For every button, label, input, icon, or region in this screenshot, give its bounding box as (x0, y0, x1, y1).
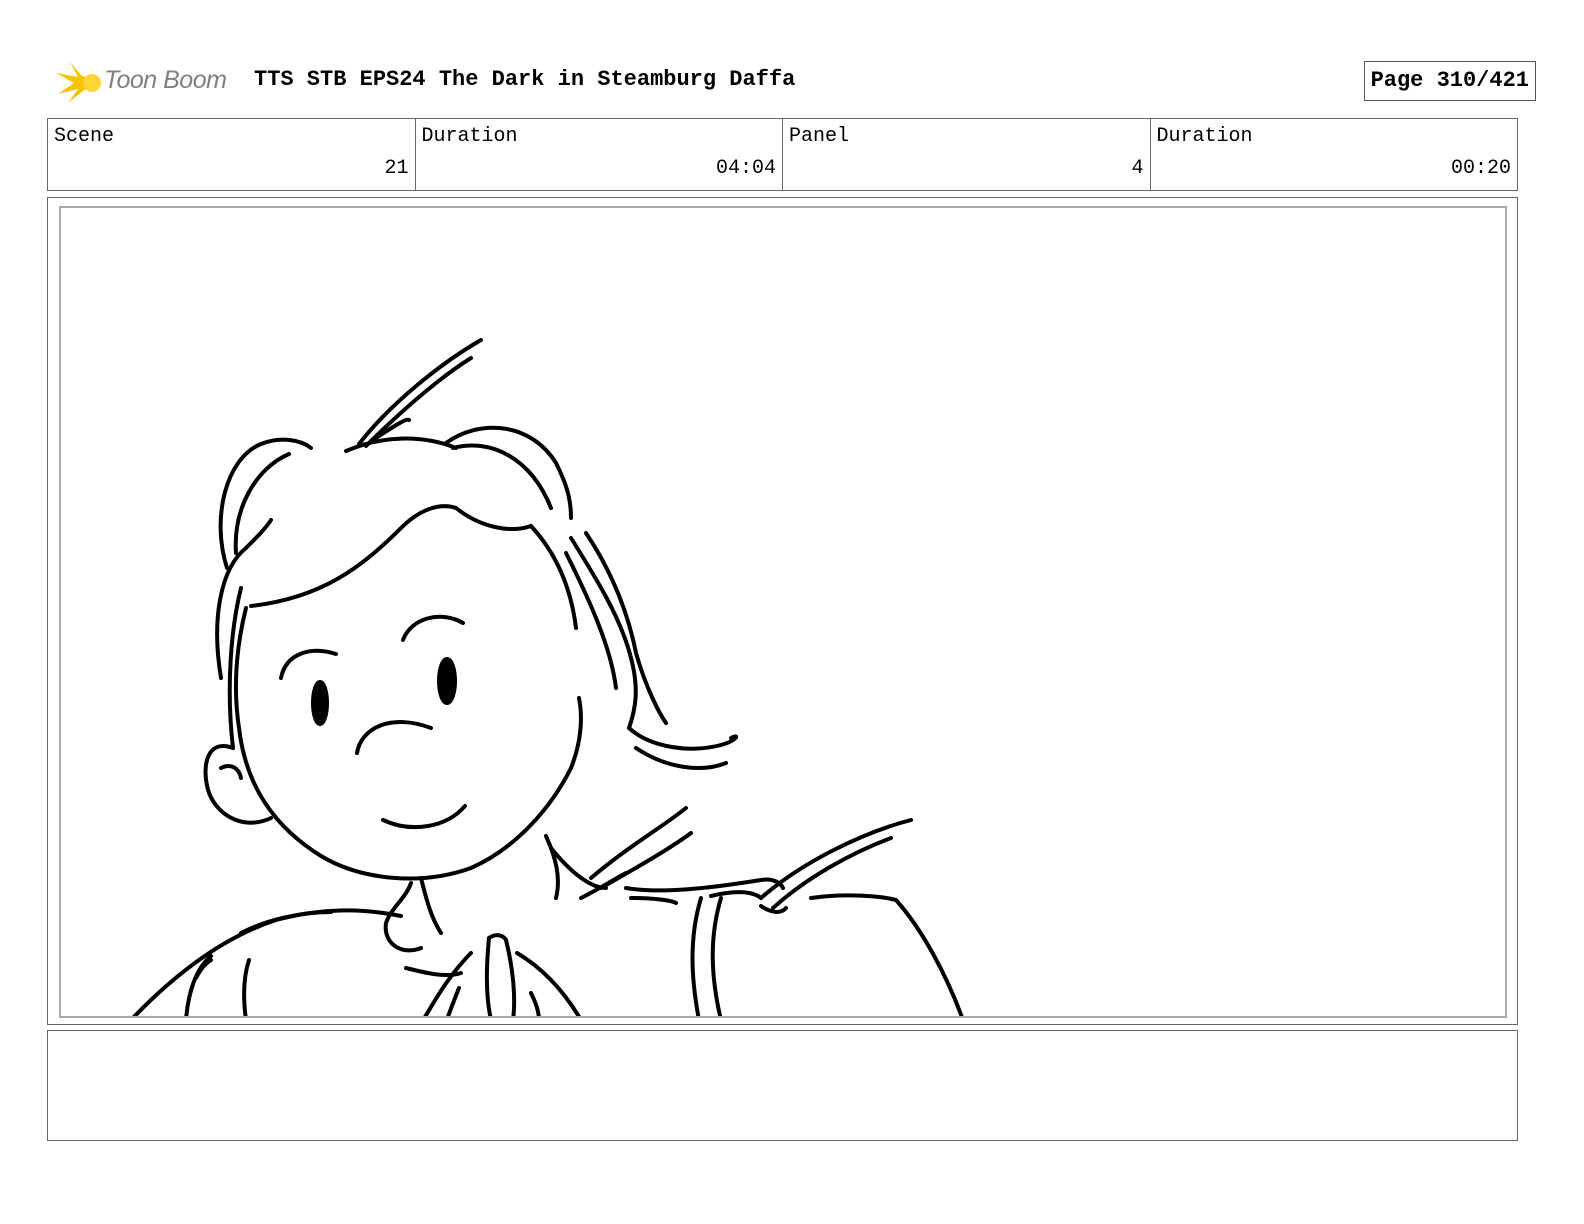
character-sketch (132, 338, 964, 1016)
page-header: Toon Boom TTS STB EPS24 The Dark in Stea… (48, 52, 1536, 108)
panel-value: 4 (1131, 157, 1144, 180)
storyboard-panel (59, 206, 1507, 1018)
logo-text: Toon Boom (104, 66, 227, 94)
scene-duration-value: 04:04 (715, 157, 776, 180)
panel-duration-cell: Duration 00:20 (1151, 119, 1518, 190)
page-number: Page 310/421 (1363, 61, 1536, 101)
scene-info-row: Scene 21 Duration 04:04 Panel 4 Duration… (47, 118, 1518, 191)
scene-value: 21 (384, 157, 409, 180)
panel-cell: Panel 4 (783, 119, 1151, 190)
scene-duration-label: Duration (421, 125, 518, 148)
panel-duration-label: Duration (1156, 125, 1253, 148)
panel-notes (47, 1030, 1518, 1141)
starburst-icon (56, 62, 102, 103)
storyboard-panel-frame (47, 197, 1518, 1025)
document-title: TTS STB EPS24 The Dark in Steamburg Daff… (254, 67, 796, 92)
scene-cell: Scene 21 (48, 119, 416, 190)
panel-duration-value: 00:20 (1450, 157, 1511, 180)
toon-boom-logo: Toon Boom (52, 56, 242, 106)
panel-label: Panel (789, 125, 850, 148)
scene-duration-cell: Duration 04:04 (416, 119, 783, 190)
scene-label: Scene (54, 125, 115, 148)
